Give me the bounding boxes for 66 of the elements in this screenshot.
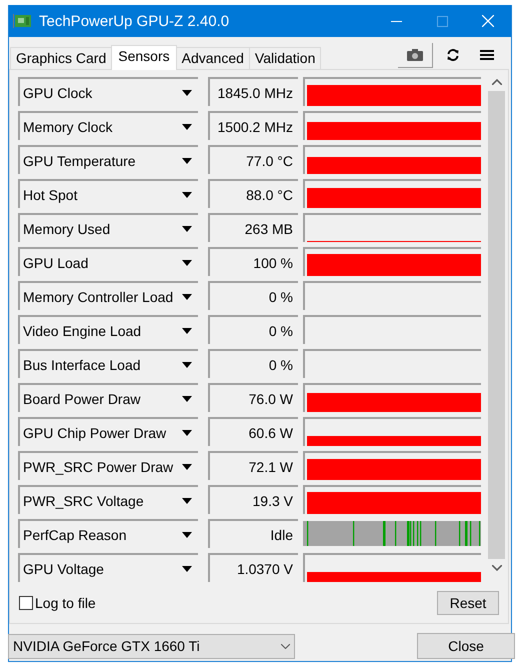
sensor-name-dropdown[interactable]: GPU Clock (18, 77, 198, 106)
caret-icon (182, 464, 192, 470)
tab[interactable]: Graphics Card (10, 47, 112, 69)
sensor-name-dropdown[interactable]: GPU Load (18, 247, 198, 276)
caret-icon (182, 498, 192, 504)
menu-icon (480, 49, 494, 61)
sensor-value: 72.1 W (208, 451, 298, 480)
gpu-select[interactable]: NVIDIA GeForce GTX 1660 Ti (8, 634, 295, 658)
caret-icon (182, 328, 192, 334)
checkbox-label[interactable]: Log to file (35, 595, 96, 611)
scroll-down-icon (492, 565, 502, 571)
window-title: TechPowerUp GPU-Z 2.40.0 (39, 12, 230, 30)
caret-icon (182, 430, 192, 436)
sensor-value: 60.6 W (208, 417, 298, 446)
caret-icon (182, 124, 192, 130)
camera-icon (407, 48, 423, 60)
sensor-value: 0 % (208, 281, 298, 310)
sensor-name-dropdown[interactable]: PWR_SRC Power Draw (18, 451, 198, 480)
chevron-down-icon (281, 644, 290, 648)
caret-icon (182, 566, 192, 572)
minimize-icon (390, 20, 402, 22)
sensor-name-dropdown[interactable]: Memory Used (18, 213, 198, 242)
checkbox[interactable] (19, 596, 33, 610)
sensor-name-dropdown[interactable]: Board Power Draw (18, 383, 198, 412)
caret-icon (182, 158, 192, 164)
scrollbar-thumb[interactable] (488, 91, 505, 559)
caret-icon (182, 396, 192, 402)
sensor-value: 76.0 W (208, 383, 298, 412)
sensor-name-dropdown[interactable]: GPU Chip Power Draw (18, 417, 198, 446)
sensor-name-dropdown[interactable]: PerfCap Reason (18, 519, 198, 548)
sensor-name-dropdown[interactable]: Hot Spot (18, 179, 198, 208)
caret-icon (182, 362, 192, 368)
sensor-value: 0 % (208, 315, 298, 344)
sensor-value: Idle (208, 519, 298, 548)
sensor-value: 1845.0 MHz (208, 77, 298, 106)
sensor-value: 263 MB (208, 213, 298, 242)
sensor-name-dropdown[interactable]: Bus Interface Load (18, 349, 198, 378)
sensor-value: 0 % (208, 349, 298, 378)
refresh-icon (446, 48, 460, 62)
sensor-value: 100 % (208, 247, 298, 276)
sensor-value: 77.0 °C (208, 145, 298, 174)
caret-icon (182, 90, 192, 96)
sensor-value: 19.3 V (208, 485, 298, 514)
caret-icon (182, 260, 192, 266)
sensor-name-dropdown[interactable]: Video Engine Load (18, 315, 198, 344)
caret-icon (182, 226, 192, 232)
sensor-name-dropdown[interactable]: PWR_SRC Voltage (18, 485, 198, 514)
screenshot-button[interactable] (398, 42, 433, 68)
sensor-value: 1.0370 V (208, 553, 298, 582)
sensor-name-dropdown[interactable]: GPU Temperature (18, 145, 198, 174)
sensor-name-dropdown[interactable]: Memory Clock (18, 111, 198, 140)
sensor-value: 1500.2 MHz (208, 111, 298, 140)
close-icon (482, 15, 494, 27)
close-button[interactable]: Close (417, 633, 515, 659)
tab[interactable]: Sensors (111, 45, 177, 70)
reset-button[interactable]: Reset (437, 591, 499, 615)
sensor-name-dropdown[interactable]: Memory Controller Load (18, 281, 198, 310)
tab[interactable]: Validation (248, 47, 322, 69)
scroll-up-icon (492, 79, 502, 85)
sensor-name-dropdown[interactable]: GPU Voltage (18, 553, 198, 582)
graphics-card-icon (13, 14, 31, 28)
sensor-value: 88.0 °C (208, 179, 298, 208)
caret-icon (182, 532, 192, 538)
caret-icon (182, 192, 192, 198)
maximize-icon (436, 16, 448, 26)
caret-icon (182, 294, 192, 300)
